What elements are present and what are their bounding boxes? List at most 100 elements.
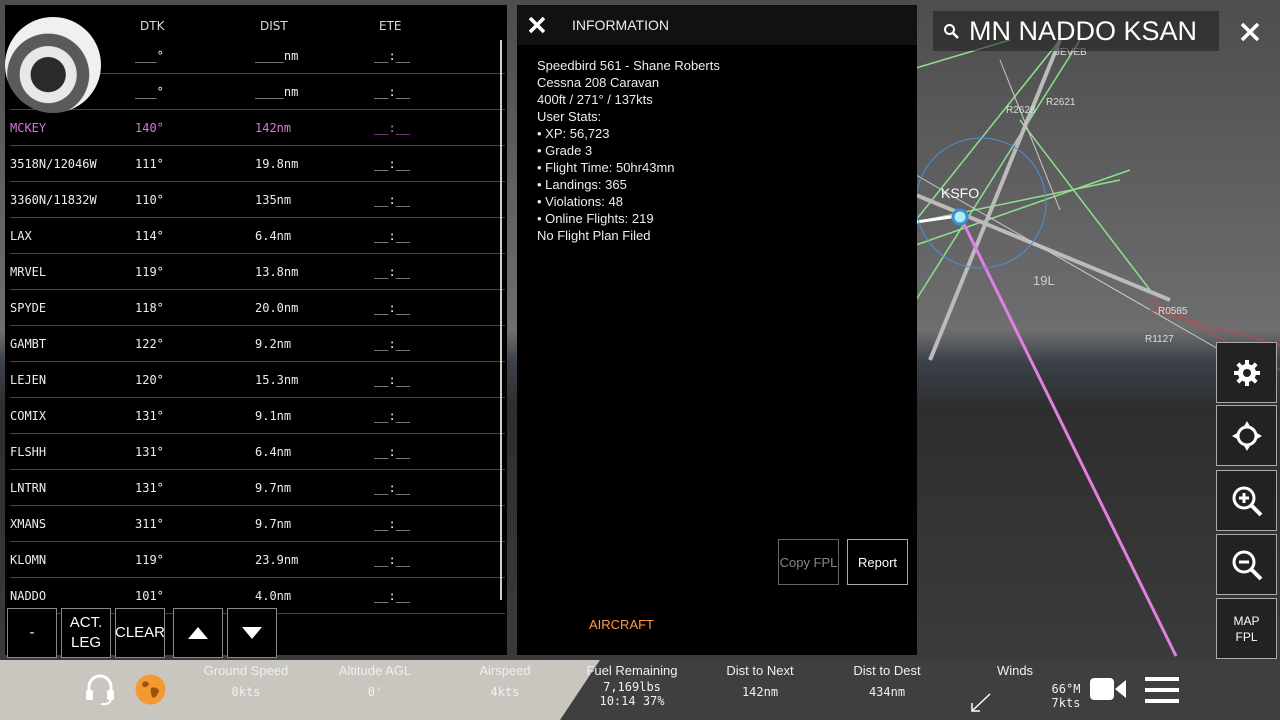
ete-cell: __:__	[374, 49, 411, 63]
info-line: 400ft / 271° / 137kts	[537, 92, 653, 107]
zoom-in-icon	[1232, 486, 1262, 516]
waypoint-cell: KLOMN	[10, 553, 47, 567]
camera-icon[interactable]	[1090, 676, 1126, 702]
clear-button[interactable]: CLEAR	[115, 608, 165, 658]
winds-readout: Winds	[975, 660, 1055, 678]
zoom-out-button[interactable]	[1216, 534, 1277, 595]
tab-aircraft[interactable]: AIRCRAFT	[589, 617, 654, 632]
winds-label: Winds	[996, 663, 1034, 678]
report-button[interactable]: Report	[847, 539, 908, 585]
fpl-row[interactable]: GAMBT 122° 9.2nm __:__	[10, 326, 505, 362]
flight-plan-list[interactable]: ___° ____nm __:__ ___° ____nm __:__ MCKEY 140° 1…	[10, 38, 505, 614]
dist-next-value: 142nm	[741, 685, 779, 699]
gear-icon	[1233, 359, 1260, 386]
dtk-cell: 131°	[135, 445, 164, 459]
move-down-button[interactable]	[227, 608, 277, 658]
dtk-cell: 131°	[135, 481, 164, 495]
ground-speed-label: Ground Speed	[203, 663, 289, 678]
arrow-up-icon	[188, 627, 208, 639]
waypoint-cell: SPYDE	[10, 301, 47, 315]
fpl-row[interactable]: 3518N/12046W 111° 19.8nm __:__	[10, 146, 505, 182]
fpl-row[interactable]: LNTRN 131° 9.7nm __:__	[10, 470, 505, 506]
flight-plan-panel: DTK DIST ETE ___° ____nm __:__ ___° ____nm __…	[5, 5, 507, 658]
ete-cell: __:__	[374, 373, 411, 387]
airspeed-label: Airspeed	[479, 663, 531, 678]
fpl-row[interactable]: XMANS 311° 9.7nm __:__	[10, 506, 505, 542]
zoom-in-button[interactable]	[1216, 470, 1277, 531]
dist-cell: 20.0nm	[255, 301, 299, 315]
center-map-button[interactable]	[1216, 405, 1277, 466]
arrow-down-icon	[242, 627, 262, 639]
remove-waypoint-button[interactable]: -	[7, 608, 57, 658]
fpl-row[interactable]: MRVEL 119° 13.8nm __:__	[10, 254, 505, 290]
restricted-area-label: R0585	[1158, 306, 1188, 317]
dtk-cell: ___°	[135, 49, 164, 63]
fuel-time-value: 10:14 37%	[599, 694, 665, 708]
column-header-dist: DIST	[260, 19, 288, 33]
airspeed-readout: Airspeed 4kts	[455, 660, 555, 699]
dtk-cell: 118°	[135, 301, 164, 315]
dist-cell: 135nm	[255, 193, 292, 207]
move-up-button[interactable]	[173, 608, 223, 658]
fpl-row[interactable]: FLSHH 131° 6.4nm __:__	[10, 434, 505, 470]
fuel-label: Fuel Remaining	[586, 663, 678, 678]
info-line: • XP: 56,723	[537, 126, 610, 141]
runway-label: 19L	[1033, 273, 1055, 288]
panel-title: INFORMATION	[572, 17, 669, 33]
activate-leg-label-2: LEG	[70, 634, 101, 651]
search-input[interactable]	[969, 15, 1214, 47]
altitude-value: 0'	[367, 685, 383, 699]
globe-icon[interactable]	[135, 674, 166, 705]
dtk-cell: 120°	[135, 373, 164, 387]
dist-cell: 9.1nm	[255, 409, 292, 423]
settings-button[interactable]	[1216, 342, 1277, 403]
ground-speed-readout: Ground Speed 0kts	[196, 660, 296, 699]
dtk-cell: 101°	[135, 589, 164, 603]
waypoint-cell: XMANS	[10, 517, 47, 531]
copy-fpl-button[interactable]: Copy FPL	[778, 539, 839, 585]
fpl-row[interactable]: KLOMN 119° 23.9nm __:__	[10, 542, 505, 578]
fpl-row[interactable]: LEJEN 120° 15.3nm __:__	[10, 362, 505, 398]
info-line: • Flight Time: 50hr43mn	[537, 160, 675, 175]
ground-speed-value: 0kts	[231, 685, 261, 699]
activate-leg-button[interactable]: ACT. LEG	[61, 608, 111, 658]
waypoint-cell: LNTRN	[10, 481, 47, 495]
dtk-cell: 110°	[135, 193, 164, 207]
restricted-area-label: R2628	[1006, 105, 1036, 116]
info-line: • Online Flights: 219	[537, 211, 654, 226]
fpl-row[interactable]: 3360N/11832W 110° 135nm __:__	[10, 182, 505, 218]
fpl-row[interactable]: LAX 114° 6.4nm __:__	[10, 218, 505, 254]
ete-cell: __:__	[374, 193, 411, 207]
waypoint-cell: LEJEN	[10, 373, 47, 387]
dtk-cell: 131°	[135, 409, 164, 423]
dtk-cell: 311°	[135, 517, 164, 531]
search-icon	[944, 24, 959, 39]
dist-cell: 6.4nm	[255, 445, 292, 459]
fuel-weight-value: 7,169lbs	[603, 680, 661, 694]
close-icon[interactable]	[527, 15, 547, 35]
scrollbar[interactable]	[500, 40, 502, 600]
dtk-cell: 119°	[135, 553, 164, 567]
fpl-row[interactable]: COMIX 131° 9.1nm __:__	[10, 398, 505, 434]
info-line: • Landings: 365	[537, 177, 627, 192]
ete-cell: __:__	[374, 337, 411, 351]
map-fpl-label-2: FPL	[1235, 629, 1258, 644]
waypoint-cell: MCKEY	[10, 121, 47, 135]
headset-icon[interactable]	[83, 672, 117, 706]
aircraft-icon[interactable]	[951, 208, 969, 226]
info-line: Speedbird 561 - Shane Roberts	[537, 58, 720, 73]
waypoint-cell: LAX	[10, 229, 32, 243]
ete-cell: __:__	[374, 553, 411, 567]
airspeed-value: 4kts	[490, 685, 520, 699]
dist-cell: 9.2nm	[255, 337, 292, 351]
info-line: No Flight Plan Filed	[537, 228, 651, 243]
dist-dest-value: 434nm	[868, 685, 906, 699]
fpl-row[interactable]: SPYDE 118° 20.0nm __:__	[10, 290, 505, 326]
map-fpl-button[interactable]: MAP FPL	[1216, 598, 1277, 659]
crosshair-icon	[1231, 420, 1262, 451]
ete-cell: __:__	[374, 121, 411, 135]
menu-icon[interactable]	[1145, 676, 1179, 704]
info-line: Cessna 208 Caravan	[537, 75, 660, 90]
close-icon[interactable]	[1238, 20, 1262, 44]
fpl-row[interactable]: MCKEY 140° 142nm __:__	[10, 110, 505, 146]
